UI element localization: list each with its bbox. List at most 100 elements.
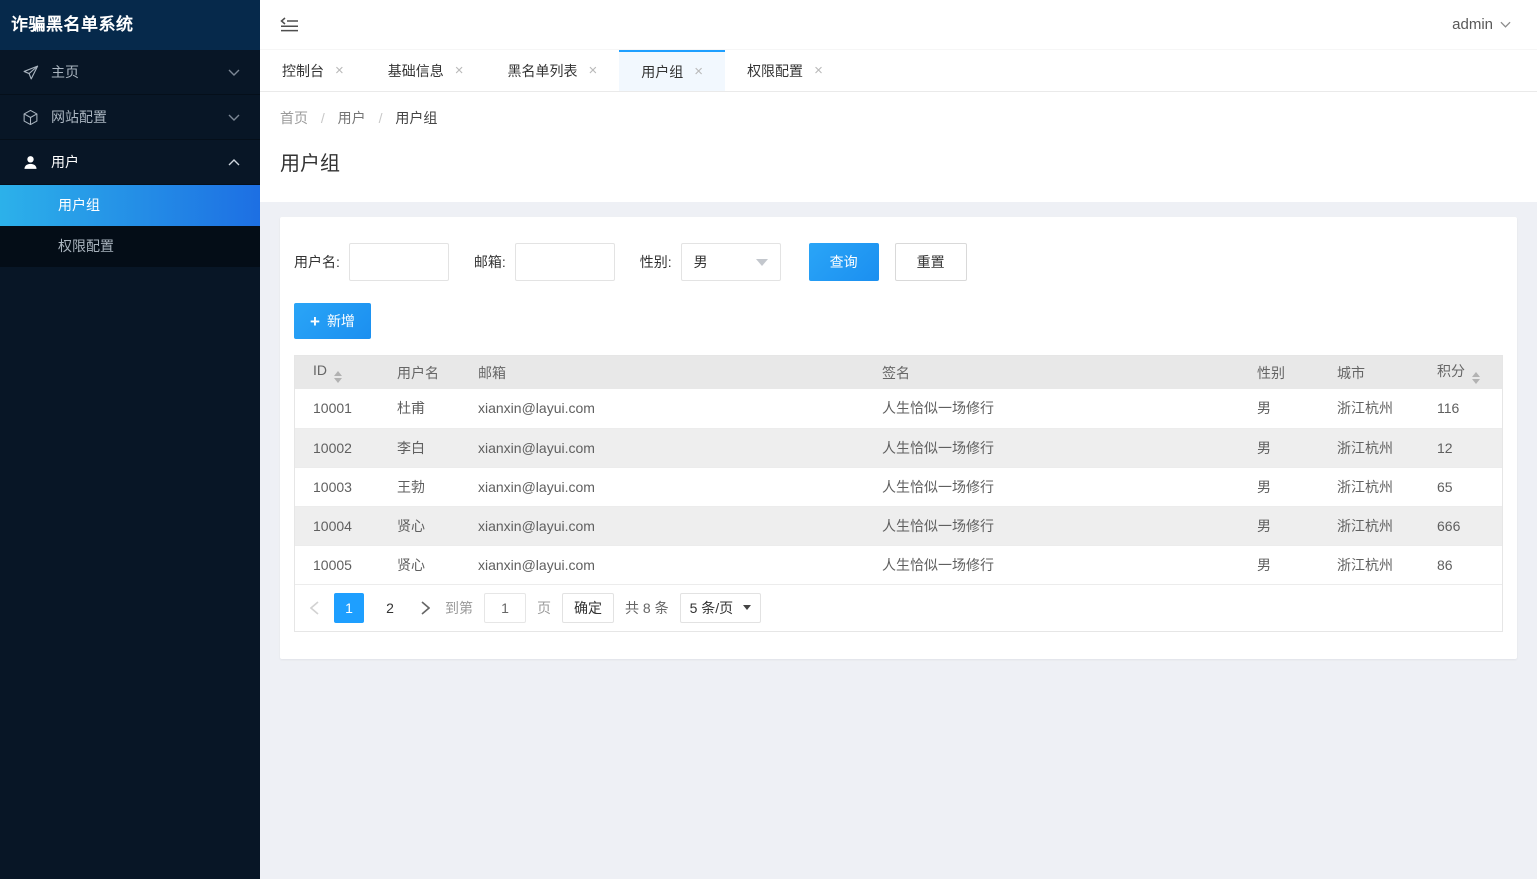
user-name: admin [1452,16,1493,33]
tab-label: 基础信息 [387,62,444,79]
main-area: admin 控制台 × 基础信息 × 黑名单列表 × 用户组 × 权限配置 × … [260,0,1537,879]
cell-gender: 男 [1242,467,1322,507]
sidebar-item-users[interactable]: 用户 [0,140,260,185]
cell-city: 浙江杭州 [1322,428,1422,468]
chevron-right-icon [420,600,430,615]
tab-console[interactable]: 控制台 × [260,50,366,91]
tab-user-group[interactable]: 用户组 × [619,50,726,91]
user-icon [21,153,39,171]
breadcrumb-users[interactable]: 用户 [338,110,366,126]
cell-email: xianxin@layui.com [463,467,867,507]
column-header-email: 邮箱 [463,356,867,389]
add-button[interactable]: + 新增 [294,303,371,339]
column-header-score[interactable]: 积分 [1422,356,1502,389]
cell-username: 贤心 [382,506,463,546]
sort-icon[interactable] [334,371,342,383]
cell-id: 10002 [295,428,382,468]
cell-id: 10003 [295,467,382,507]
close-icon[interactable]: × [814,63,823,78]
sidebar-item-home[interactable]: 主页 [0,50,260,95]
table-header-row: ID 用户名 邮箱 签名 性别 城市 积分 [295,356,1502,389]
tab-label: 权限配置 [747,62,804,79]
cube-icon [21,108,39,126]
cell-username: 李白 [382,428,463,468]
next-page-button[interactable] [416,593,434,623]
per-page-value: 5 条/页 [689,599,734,616]
tab-label: 黑名单列表 [507,62,578,79]
sidebar-item-label: 用户 [51,154,79,170]
page-number-2[interactable]: 2 [375,593,405,623]
chevron-down-icon [228,69,240,76]
column-header-gender: 性别 [1242,356,1322,389]
per-page-select[interactable]: 5 条/页 [679,592,762,623]
topbar: admin [260,0,1537,50]
page-header: 首页 / 用户 / 用户组 用户组 [260,92,1537,202]
page-number-1[interactable]: 1 [334,592,364,623]
reset-button[interactable]: 重置 [894,243,967,281]
pagination: 1 2 到第 页 确定 共 8 条 5 条/页 [295,585,1502,631]
sidebar-item-label: 网站配置 [51,109,107,125]
table-row: 10002 李白 xianxin@layui.com 人生恰似一场修行 男 浙江… [295,428,1502,468]
sidebar-item-permission-config[interactable]: 权限配置 [0,226,260,267]
tab-basic-info[interactable]: 基础信息 × [366,50,486,91]
column-header-city: 城市 [1322,356,1422,389]
gender-select[interactable]: 男 [680,243,781,281]
add-button-label: 新增 [326,313,355,329]
gender-selected-value: 男 [693,254,708,270]
cell-email: xianxin@layui.com [463,506,867,546]
table-row: 10004 贤心 xianxin@layui.com 人生恰似一场修行 男 浙江… [295,506,1502,546]
cell-signature: 人生恰似一场修行 [867,506,1242,546]
cell-email: xianxin@layui.com [463,545,867,585]
cell-signature: 人生恰似一场修行 [867,428,1242,468]
cell-score: 666 [1422,506,1502,546]
cell-id: 10004 [295,506,382,546]
send-icon [21,63,39,81]
sidebar: 诈骗黑名单系统 主页 网站配置 用户 用户组 权限配置 [0,0,260,879]
user-menu[interactable]: admin [1452,16,1511,33]
data-table-container: ID 用户名 邮箱 签名 性别 城市 积分 10001 杜甫 xianxin@l… [294,355,1503,632]
sidebar-item-site-config[interactable]: 网站配置 [0,95,260,140]
column-header-id[interactable]: ID [295,356,382,389]
sidebar-item-user-group[interactable]: 用户组 [0,185,260,226]
close-icon[interactable]: × [589,63,598,78]
username-label: 用户名: [294,254,340,270]
goto-page-input[interactable] [484,592,526,623]
search-button[interactable]: 查询 [808,243,879,281]
collapse-menu-icon [280,17,298,32]
cell-city: 浙江杭州 [1322,389,1422,429]
username-input[interactable] [348,243,449,281]
breadcrumb-home[interactable]: 首页 [280,110,308,126]
breadcrumb-separator: / [378,110,383,126]
cell-score: 116 [1422,389,1502,429]
sort-icon[interactable] [1472,372,1480,384]
page-unit-label: 页 [537,599,551,616]
table-row: 10003 王勃 xianxin@layui.com 人生恰似一场修行 男 浙江… [295,467,1502,507]
cell-score: 12 [1422,428,1502,468]
close-icon[interactable]: × [335,63,344,78]
cell-score: 65 [1422,467,1502,507]
confirm-page-button[interactable]: 确定 [562,592,614,623]
cell-id: 10001 [295,389,382,429]
column-header-signature: 签名 [867,356,1242,389]
cell-city: 浙江杭州 [1322,506,1422,546]
tab-label: 用户组 [641,63,684,80]
collapse-sidebar-button[interactable] [280,17,299,32]
chevron-down-icon [1500,21,1511,28]
tab-permission-config[interactable]: 权限配置 × [725,50,845,91]
cell-email: xianxin@layui.com [463,389,867,429]
tab-bar: 控制台 × 基础信息 × 黑名单列表 × 用户组 × 权限配置 × [260,50,1537,92]
table-row: 10001 杜甫 xianxin@layui.com 人生恰似一场修行 男 浙江… [295,389,1502,429]
close-icon[interactable]: × [455,63,464,78]
cell-email: xianxin@layui.com [463,428,867,468]
tab-label: 控制台 [282,62,324,79]
chevron-down-icon [755,258,768,266]
gender-label: 性别: [639,254,672,270]
close-icon[interactable]: × [694,64,703,79]
cell-city: 浙江杭州 [1322,545,1422,585]
cell-id: 10005 [295,545,382,585]
tab-blacklist[interactable]: 黑名单列表 × [486,50,620,91]
breadcrumb: 首页 / 用户 / 用户组 [280,108,1517,128]
chevron-down-icon [743,605,752,610]
email-input[interactable] [514,243,615,281]
prev-page-button[interactable] [305,593,323,623]
